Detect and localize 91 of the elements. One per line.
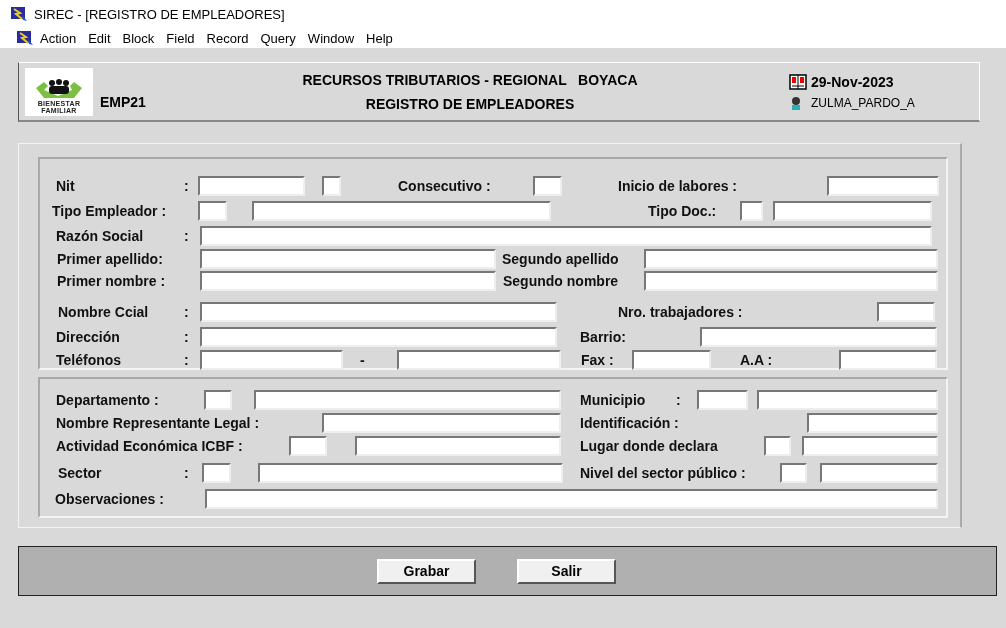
user-name: ZULMA_PARDO_A xyxy=(811,95,915,110)
form-title: REGISTRO DE EMPLEADORES xyxy=(365,95,575,112)
menu-item[interactable]: Help xyxy=(360,30,399,46)
field-label: : xyxy=(184,227,190,244)
field-label: Municipio xyxy=(580,391,647,408)
form-code: EMP21 xyxy=(100,93,147,110)
field-label: Consecutivo : xyxy=(398,177,492,194)
field-label: Dirección xyxy=(56,329,121,345)
field-label: Nit xyxy=(56,177,76,194)
current-date: 29-Nov-2023 xyxy=(811,73,894,90)
field-label: Sector xyxy=(58,465,103,481)
input-field[interactable] xyxy=(289,436,327,456)
menu-item[interactable]: Query xyxy=(254,30,302,46)
window-title: SIREC - [REGISTRO DE EMPLEADORES] xyxy=(34,6,285,22)
input-field[interactable] xyxy=(802,436,938,456)
input-field[interactable] xyxy=(355,436,561,456)
field-label: Segundo nombre xyxy=(503,272,620,289)
field-label: : xyxy=(184,329,190,345)
field-label: Nivel del sector público : xyxy=(580,465,747,481)
input-field[interactable] xyxy=(877,301,935,322)
field-label: Barrio: xyxy=(580,329,627,345)
field-label: Primer apellido: xyxy=(57,250,164,267)
field-label: Actividad Económica ICBF : xyxy=(56,438,244,454)
input-field[interactable] xyxy=(200,225,932,246)
input-field[interactable] xyxy=(258,463,563,483)
input-field[interactable] xyxy=(773,201,932,221)
input-field[interactable] xyxy=(807,413,938,433)
input-field[interactable] xyxy=(644,248,938,269)
field-label: Lugar donde declara xyxy=(580,438,719,454)
calendar-icon xyxy=(789,73,807,90)
form-title: RECURSOS TRIBUTARIOS - REGIONAL BOYACA xyxy=(302,71,638,88)
input-field[interactable] xyxy=(764,436,791,456)
field-label: : xyxy=(184,303,190,320)
field-label: : xyxy=(184,177,190,194)
field-label: Tipo Empleador : xyxy=(52,203,168,219)
input-field[interactable] xyxy=(820,463,938,483)
field-label: Teléfonos xyxy=(56,352,123,368)
input-field[interactable] xyxy=(254,389,561,410)
field-label: Fax : xyxy=(581,352,615,368)
input-field[interactable] xyxy=(198,175,305,196)
field-label: Razón Social xyxy=(56,227,145,244)
menu-item[interactable]: Block xyxy=(116,30,161,46)
input-field[interactable] xyxy=(200,301,557,322)
input-field[interactable] xyxy=(839,350,937,370)
input-field[interactable] xyxy=(632,350,711,370)
input-field[interactable] xyxy=(700,327,937,347)
field-label: Primer nombre : xyxy=(57,272,167,289)
input-field[interactable] xyxy=(397,350,561,370)
input-field[interactable] xyxy=(205,489,938,509)
user-icon xyxy=(789,95,803,110)
input-field[interactable] xyxy=(200,248,496,269)
menu-item[interactable]: Record xyxy=(200,30,255,46)
input-field[interactable] xyxy=(204,389,232,410)
input-field[interactable] xyxy=(322,175,341,196)
input-field[interactable] xyxy=(697,389,748,410)
input-field[interactable] xyxy=(644,270,938,291)
input-field[interactable] xyxy=(740,201,763,221)
field-label: Departamento : xyxy=(56,391,160,408)
input-field[interactable] xyxy=(780,463,807,483)
action-button[interactable]: Salir xyxy=(517,558,616,584)
input-field[interactable] xyxy=(202,463,231,483)
family-hands-icon xyxy=(34,77,84,100)
input-field[interactable] xyxy=(200,350,343,370)
menu-item[interactable]: Action xyxy=(34,30,83,46)
field-label: Segundo apellido xyxy=(502,250,620,267)
input-field[interactable] xyxy=(827,175,939,196)
field-label: Nombre Ccial xyxy=(58,303,150,320)
field-label: : xyxy=(676,391,682,408)
input-field[interactable] xyxy=(200,327,557,347)
field-label: Nro. trabajadores : xyxy=(618,303,744,320)
field-label: : xyxy=(184,352,190,368)
field-label: Nombre Representante Legal : xyxy=(56,415,261,431)
menu-item[interactable]: Window xyxy=(301,30,361,46)
input-field[interactable] xyxy=(322,413,561,433)
menu-item[interactable]: Field xyxy=(160,30,201,46)
field-label: Tipo Doc.: xyxy=(648,203,718,219)
input-field[interactable] xyxy=(533,175,562,196)
field-label: Identificación : xyxy=(580,415,680,431)
field-label: A.A : xyxy=(740,352,774,368)
menu-item[interactable]: Edit xyxy=(82,30,117,46)
input-field[interactable] xyxy=(252,201,551,221)
field-label: - xyxy=(360,352,366,368)
field-label: Inicio de labores : xyxy=(618,177,739,194)
field-label: : xyxy=(184,465,190,481)
input-field[interactable] xyxy=(757,389,938,410)
input-field[interactable] xyxy=(198,201,227,221)
input-field[interactable] xyxy=(200,270,496,291)
field-label: Observaciones : xyxy=(55,491,165,507)
action-button[interactable]: Grabar xyxy=(377,558,476,584)
app-icon xyxy=(10,6,28,22)
app-icon xyxy=(16,30,34,46)
